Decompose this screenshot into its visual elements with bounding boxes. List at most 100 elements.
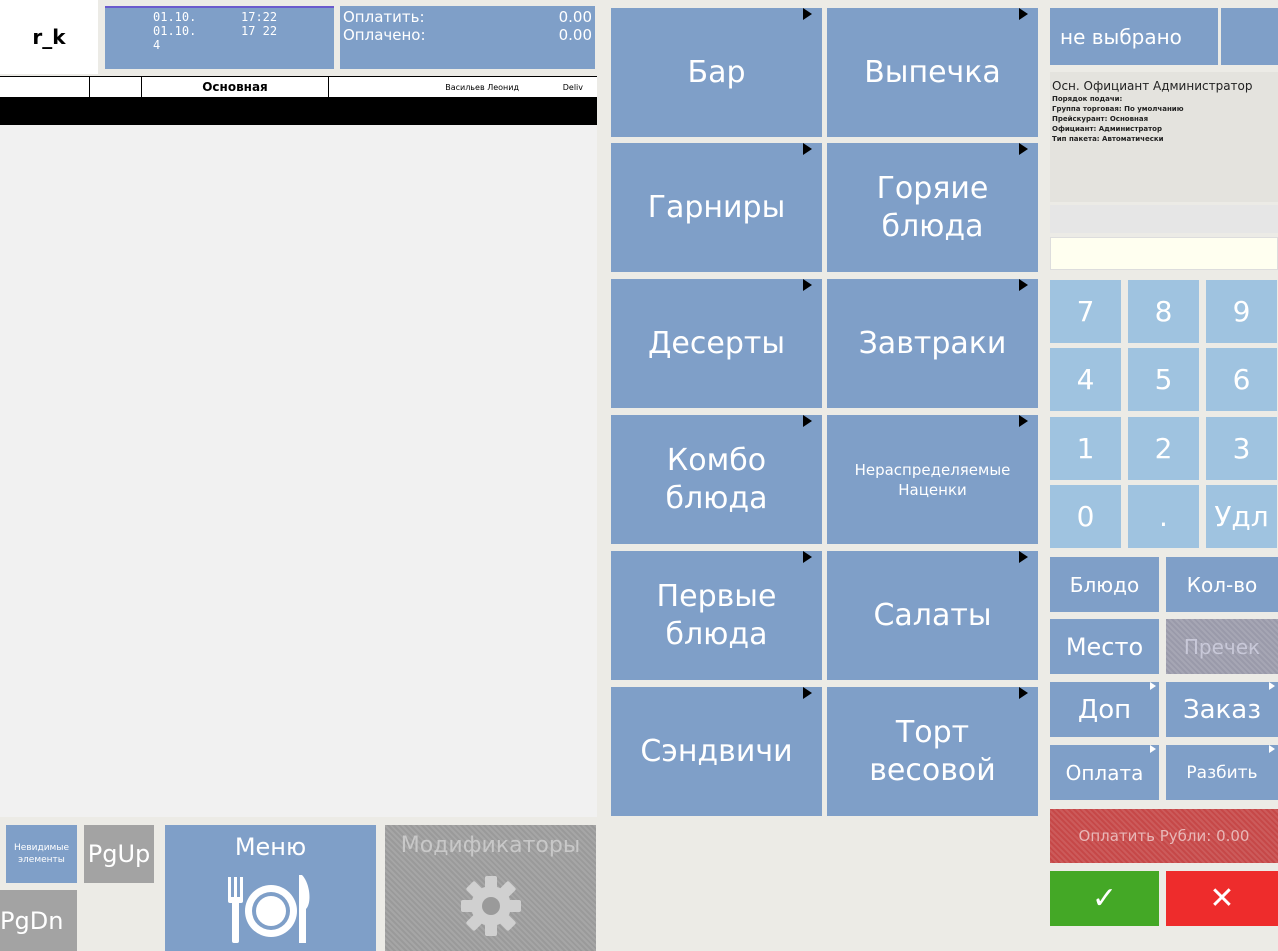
- split-label: Разбить: [1186, 762, 1258, 783]
- category-sides[interactable]: Гарниры: [611, 143, 822, 272]
- submenu-arrow-icon: [1019, 279, 1028, 291]
- payment-label: Оплата: [1065, 760, 1144, 785]
- info-line: Официант: Администратор: [1052, 125, 1163, 133]
- info-line: Группа торговая: По умолчанию: [1052, 105, 1184, 113]
- precheck-label: Пречек: [1183, 634, 1261, 659]
- payment-button[interactable]: Оплата: [1050, 745, 1159, 800]
- to-pay-label: Оплатить:: [343, 8, 425, 26]
- order-label: Заказ: [1182, 694, 1262, 725]
- key-8[interactable]: 8: [1128, 280, 1199, 343]
- menu-label: Меню: [234, 833, 307, 861]
- category-breakfast[interactable]: Завтраки: [827, 279, 1038, 408]
- gear-icon: [460, 876, 521, 936]
- info-line: Порядок подачи:: [1052, 95, 1123, 103]
- key-9[interactable]: 9: [1206, 280, 1277, 343]
- category-pastry[interactable]: Выпечка: [827, 8, 1038, 137]
- cancel-button[interactable]: ✕: [1166, 871, 1278, 926]
- open-date: 01.10.: [153, 10, 197, 24]
- category-bar[interactable]: Бар: [611, 8, 822, 137]
- category-label: Бар: [687, 54, 746, 90]
- category-label: Выпечка: [864, 54, 1001, 90]
- category-label: Горяие блюда: [876, 170, 989, 244]
- category-cake[interactable]: Торт весовой: [827, 687, 1038, 816]
- extra-button[interactable]: Доп: [1050, 682, 1159, 737]
- table-selector-extra[interactable]: [1221, 8, 1278, 65]
- submenu-arrow-icon: [1019, 143, 1028, 155]
- order-waiter: Васильев Леонид: [445, 83, 519, 92]
- submenu-arrow-icon: [803, 687, 812, 699]
- category-label: Первые блюда: [656, 578, 777, 652]
- info-line: Прейскурант: Основная: [1052, 115, 1149, 123]
- close-icon: ✕: [1209, 881, 1235, 916]
- submenu-arrow-icon: [1019, 8, 1028, 20]
- order-button[interactable]: Заказ: [1166, 682, 1278, 737]
- key-delete[interactable]: Удл: [1206, 485, 1277, 548]
- key-5[interactable]: 5: [1128, 348, 1199, 411]
- confirm-button[interactable]: ✓: [1050, 871, 1159, 926]
- order-type: Deliv: [562, 83, 583, 92]
- extra-label: Доп: [1077, 694, 1132, 725]
- page-up-button[interactable]: PgUp: [84, 825, 154, 883]
- category-desserts[interactable]: Десерты: [611, 279, 822, 408]
- comment-strip: [1050, 205, 1278, 233]
- category-label: Гарниры: [647, 189, 786, 225]
- to-pay-value: 0.00: [558, 8, 592, 26]
- submenu-arrow-icon: [1150, 745, 1156, 753]
- order-list[interactable]: [0, 125, 597, 817]
- key-1[interactable]: 1: [1050, 417, 1121, 480]
- category-label: Нераспределяемые Наценки: [854, 460, 1011, 499]
- order-col-2: [90, 77, 142, 98]
- key-7[interactable]: 7: [1050, 280, 1121, 343]
- guest-count: 4: [153, 38, 161, 52]
- category-hot-dishes[interactable]: Горяие блюда: [827, 143, 1038, 272]
- key-0[interactable]: 0: [1050, 485, 1121, 548]
- submenu-arrow-icon: [803, 8, 812, 20]
- table-selector[interactable]: не выбрано: [1050, 8, 1218, 65]
- category-surcharges[interactable]: Нераспределяемые Наценки: [827, 415, 1038, 544]
- key-6[interactable]: 6: [1206, 348, 1277, 411]
- dish-label: Блюдо: [1069, 572, 1140, 597]
- current-time: 17 22: [241, 24, 278, 38]
- submenu-arrow-icon: [803, 415, 812, 427]
- numeric-input[interactable]: [1050, 237, 1278, 270]
- category-sandwiches[interactable]: Сэндвичи: [611, 687, 822, 816]
- key-4[interactable]: 4: [1050, 348, 1121, 411]
- submenu-arrow-icon: [1019, 415, 1028, 427]
- paid-label: Оплачено:: [343, 26, 426, 44]
- invisible-items-button[interactable]: Невидимые элементы: [6, 825, 77, 883]
- category-label: Завтраки: [858, 325, 1007, 361]
- submenu-arrow-icon: [803, 551, 812, 563]
- quantity-button[interactable]: Кол-во: [1166, 557, 1278, 612]
- order-selected-row[interactable]: [0, 98, 597, 125]
- paid-value: 0.00: [558, 26, 592, 44]
- place-button[interactable]: Место: [1050, 619, 1159, 674]
- check-icon: ✓: [1091, 881, 1118, 916]
- split-button[interactable]: Разбить: [1166, 745, 1278, 800]
- modifiers-button[interactable]: Модификаторы: [385, 825, 596, 951]
- category-salads[interactable]: Салаты: [827, 551, 1038, 680]
- dish-button[interactable]: Блюдо: [1050, 557, 1159, 612]
- app-logo: r_k: [0, 0, 98, 74]
- submenu-arrow-icon: [1019, 687, 1028, 699]
- order-header[interactable]: Основная Васильев Леонид Deliv: [0, 76, 597, 98]
- key-2[interactable]: 2: [1128, 417, 1199, 480]
- modifiers-label: Модификаторы: [400, 833, 581, 858]
- precheck-button[interactable]: Пречек: [1166, 619, 1278, 674]
- category-label: Сэндвичи: [640, 733, 793, 769]
- submenu-arrow-icon: [803, 279, 812, 291]
- category-label: Десерты: [647, 325, 786, 361]
- menu-button[interactable]: Меню: [165, 825, 376, 951]
- category-soups[interactable]: Первые блюда: [611, 551, 822, 680]
- category-label: Салаты: [873, 597, 992, 633]
- submenu-arrow-icon: [803, 143, 812, 155]
- pay-rubles-button[interactable]: Оплатить Рубли: 0.00: [1050, 809, 1278, 863]
- date-time-box: 01.10. 17:22 01.10. 17 22 4: [105, 6, 334, 69]
- page-down-button[interactable]: PgDn: [0, 890, 77, 951]
- plate-cutlery-icon: [227, 875, 309, 943]
- order-info-panel: Осн. Официант Администратор Порядок пода…: [1050, 72, 1278, 202]
- order-col-1: [0, 77, 90, 98]
- submenu-arrow-icon: [1269, 682, 1275, 690]
- category-combo[interactable]: Комбо блюда: [611, 415, 822, 544]
- key-3[interactable]: 3: [1206, 417, 1277, 480]
- key-dot[interactable]: .: [1128, 485, 1199, 548]
